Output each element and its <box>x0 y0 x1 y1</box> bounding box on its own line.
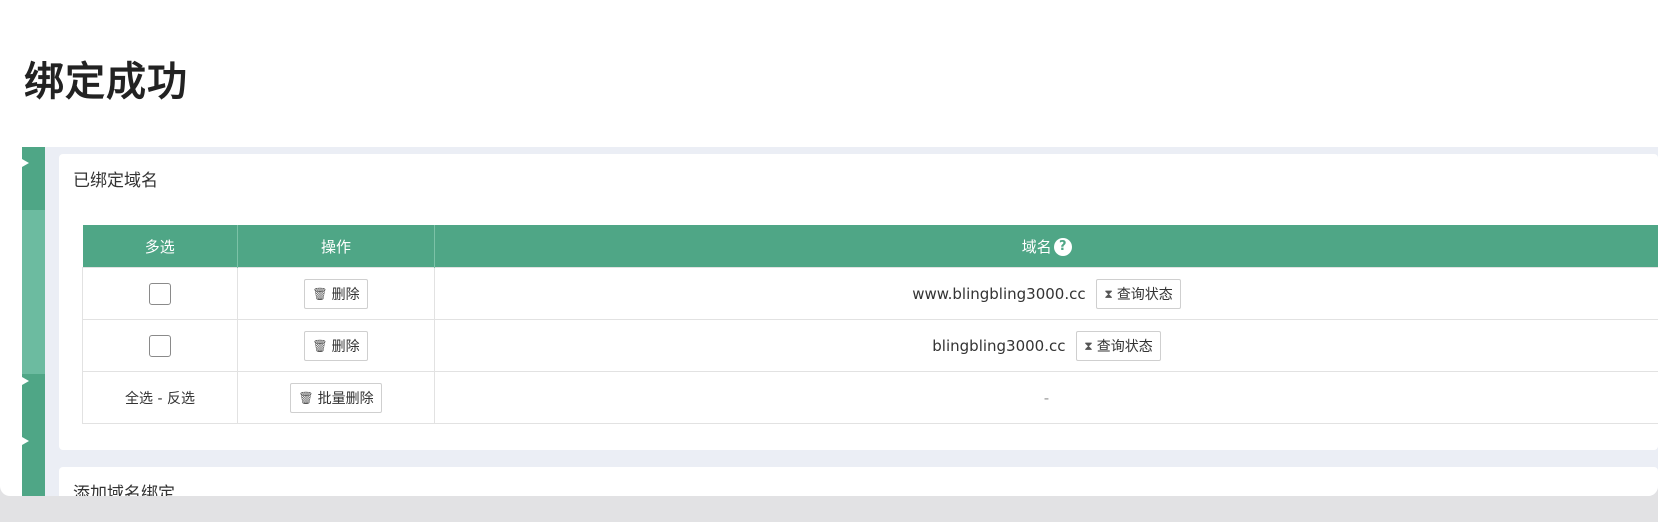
delete-button[interactable]: 🗑︎ 删除 <box>304 278 368 309</box>
empty-placeholder: - <box>1043 388 1050 407</box>
sidebar-marker <box>22 377 29 385</box>
trash-icon: 🗑︎ <box>312 338 328 353</box>
footer-domain-cell: - <box>434 371 1658 424</box>
row-checkbox[interactable] <box>149 282 171 305</box>
check-status-button[interactable]: ⧗ 查询状态 <box>1076 330 1161 361</box>
add-domain-title: 添加域名绑定 <box>73 484 175 496</box>
select-links-cell: 全选 - 反选 <box>82 371 238 424</box>
select-links: 全选 - 反选 <box>125 391 195 407</box>
check-status-button[interactable]: ⧗ 查询状态 <box>1096 278 1181 309</box>
bound-domains-title: 已绑定域名 <box>73 171 158 191</box>
hourglass-icon: ⧗ <box>1084 338 1093 353</box>
trash-icon: 🗑︎ <box>312 286 328 301</box>
batch-delete-button-label: 批量删除 <box>317 390 374 407</box>
table-row: 🗑︎ 删除 blingbling3000.cc ⧗ 查询状态 <box>82 319 1658 372</box>
sidebar-highlight <box>22 210 45 374</box>
row-checkbox[interactable] <box>149 334 171 357</box>
row-domain-cell: blingbling3000.cc ⧗ 查询状态 <box>434 319 1658 372</box>
row-domain-cell: www.blingbling3000.cc ⧗ 查询状态 <box>434 267 1658 320</box>
domain-name: blingbling3000.cc <box>932 336 1066 355</box>
bound-domains-table: 多选 操作 域名? 🗑︎ 删除 www.blingbling3000.cc ⧗ … <box>82 225 1658 424</box>
column-header-domain: 域名? <box>434 225 1658 268</box>
sidebar-marker <box>22 437 29 445</box>
delete-button-label: 删除 <box>331 286 360 303</box>
page-title: 绑定成功 <box>24 59 188 105</box>
help-icon[interactable]: ? <box>1053 238 1072 256</box>
sidebar-marker <box>22 159 29 167</box>
batch-delete-button[interactable]: 🗑︎ 批量删除 <box>290 382 382 413</box>
column-header-action: 操作 <box>237 225 435 268</box>
delete-button[interactable]: 🗑︎ 删除 <box>304 330 368 361</box>
invert-select-link[interactable]: 反选 <box>167 391 195 407</box>
table-row: 🗑︎ 删除 www.blingbling3000.cc ⧗ 查询状态 <box>82 267 1658 320</box>
row-select-cell <box>82 267 238 320</box>
select-separator: - <box>157 390 163 407</box>
select-all-link[interactable]: 全选 <box>125 391 153 407</box>
domain-name: www.blingbling3000.cc <box>912 284 1086 303</box>
table-footer-row: 全选 - 反选 🗑︎ 批量删除 - <box>82 371 1658 424</box>
row-action-cell: 🗑︎ 删除 <box>237 319 435 372</box>
trash-icon: 🗑︎ <box>298 390 314 405</box>
hourglass-icon: ⧗ <box>1104 286 1113 301</box>
row-action-cell: 🗑︎ 删除 <box>237 267 435 320</box>
page: 绑定成功 已绑定域名 多选 操作 域名? 🗑︎ 删除 www.blingblin… <box>0 0 1658 496</box>
add-domain-panel: 添加域名绑定 <box>59 467 1658 496</box>
column-header-multi-select: 多选 <box>82 225 238 268</box>
batch-action-cell: 🗑︎ 批量删除 <box>237 371 435 424</box>
check-status-button-label: 查询状态 <box>1096 338 1153 355</box>
check-status-button-label: 查询状态 <box>1116 286 1173 303</box>
table-header-row: 多选 操作 域名? <box>82 225 1658 268</box>
delete-button-label: 删除 <box>331 338 360 355</box>
column-header-domain-label: 域名 <box>1021 237 1052 256</box>
row-select-cell <box>82 319 238 372</box>
left-sidebar-strip <box>22 147 45 496</box>
